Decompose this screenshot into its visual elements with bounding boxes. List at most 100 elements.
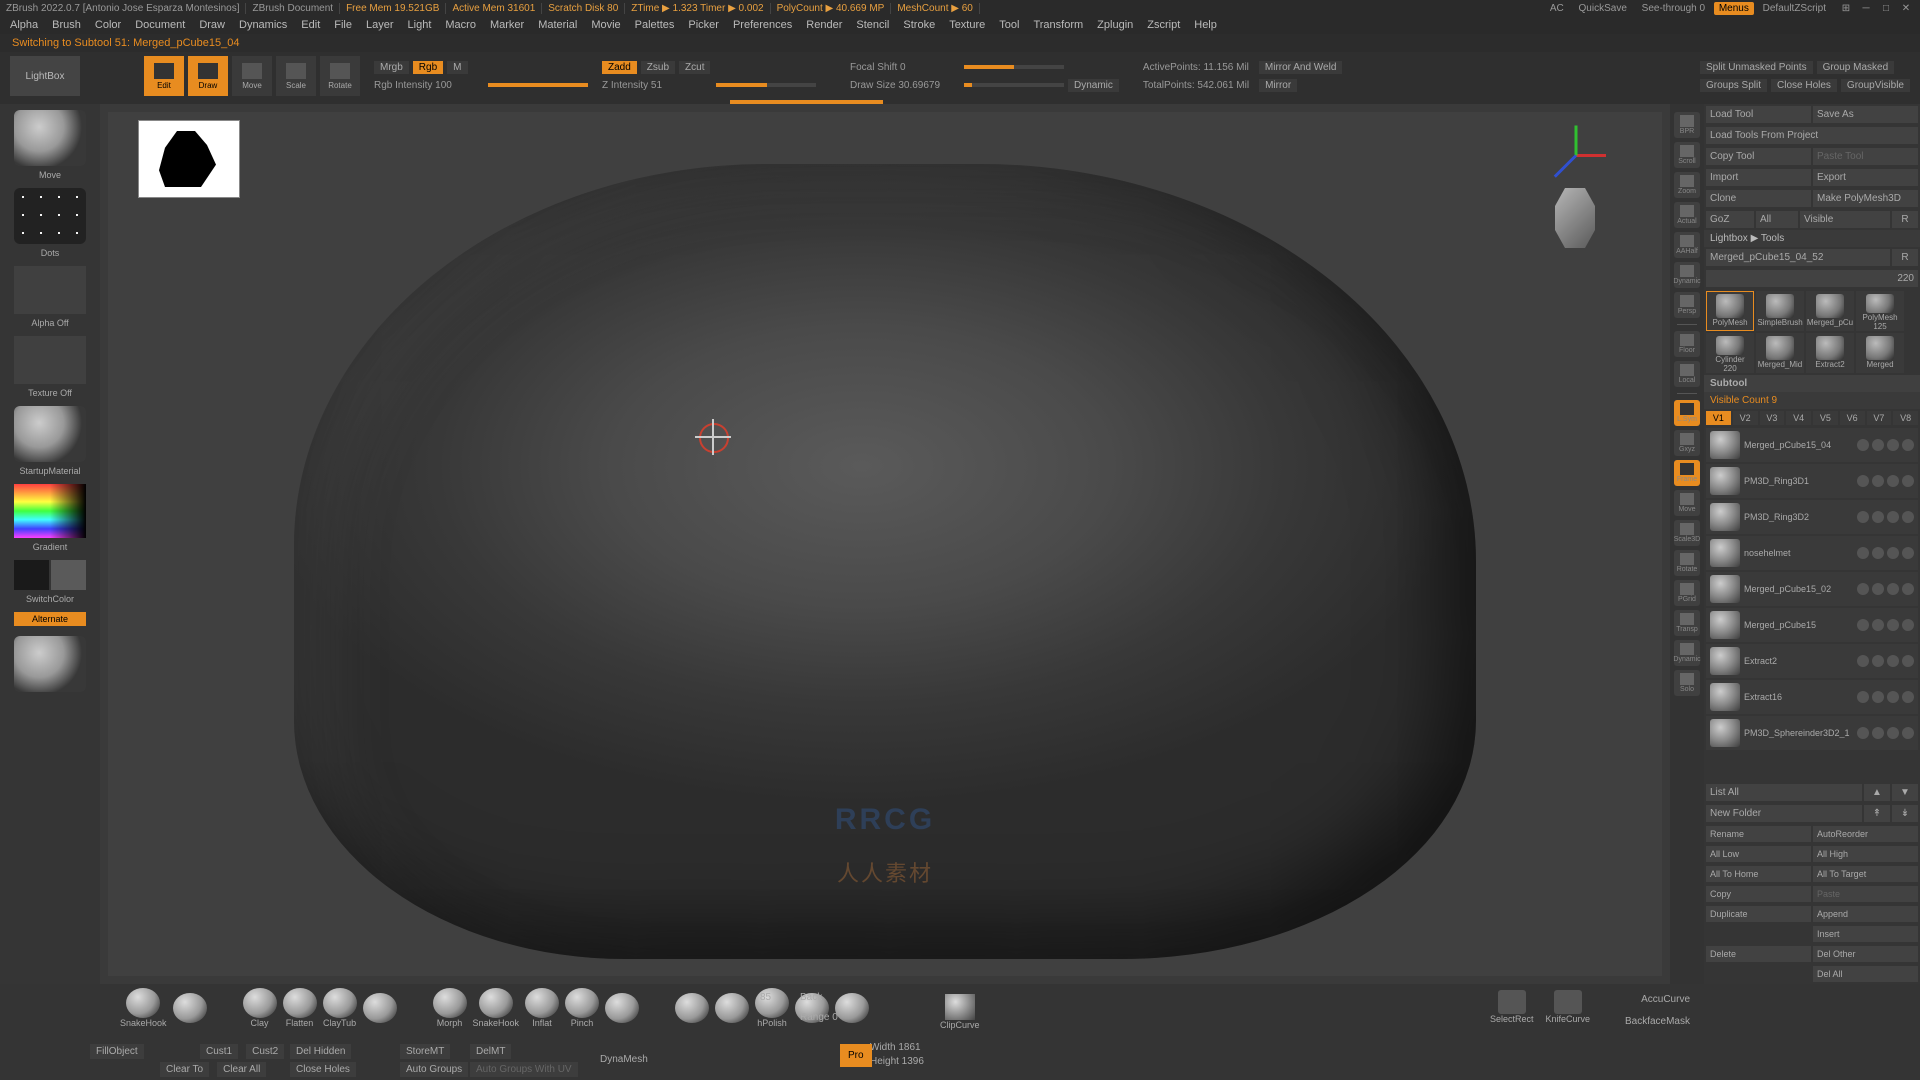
- eye-icon[interactable]: [1887, 583, 1899, 595]
- clearall-button[interactable]: Clear All: [217, 1062, 266, 1077]
- all-to-target-button[interactable]: All To Target: [1813, 866, 1918, 882]
- eye-icon[interactable]: [1857, 511, 1869, 523]
- nav-solo-button[interactable]: Solo: [1674, 670, 1700, 696]
- subtool-header[interactable]: Subtool: [1704, 375, 1920, 392]
- all-to-home-button[interactable]: All To Home: [1706, 866, 1811, 882]
- subtool-item[interactable]: PM3D_Ring3D2: [1706, 500, 1918, 534]
- menu-preferences[interactable]: Preferences: [733, 19, 792, 31]
- rename-button[interactable]: Rename: [1706, 826, 1811, 842]
- menu-help[interactable]: Help: [1194, 19, 1217, 31]
- brush-slot-button[interactable]: [715, 993, 749, 1023]
- brush-preview-icon[interactable]: [14, 110, 86, 166]
- nav-actual-button[interactable]: Actual: [1674, 202, 1700, 228]
- tool-thumb[interactable]: Cylinder220: [1706, 333, 1754, 373]
- active-tool-name[interactable]: Merged_pCube15_04_52: [1706, 249, 1890, 266]
- m-button[interactable]: M: [447, 61, 467, 74]
- subtool-item[interactable]: Extract16: [1706, 680, 1918, 714]
- load-tool-button[interactable]: Load Tool: [1706, 106, 1811, 123]
- closeholes-bottom-button[interactable]: Close Holes: [290, 1062, 356, 1077]
- eye-icon[interactable]: [1902, 619, 1914, 631]
- menu-zplugin[interactable]: Zplugin: [1097, 19, 1133, 31]
- mirror-button[interactable]: Mirror: [1259, 79, 1297, 92]
- eye-icon[interactable]: [1872, 583, 1884, 595]
- all-low-button[interactable]: All Low: [1706, 846, 1811, 862]
- clearto-button[interactable]: Clear To: [160, 1062, 209, 1077]
- import-button[interactable]: Import: [1706, 169, 1811, 186]
- eye-icon[interactable]: [1887, 691, 1899, 703]
- nav-l.sym-button[interactable]: L.Sym: [1674, 400, 1700, 426]
- width-readout[interactable]: Width 1861: [870, 1042, 924, 1053]
- nav-gxyz-button[interactable]: Gxyz: [1674, 430, 1700, 456]
- subtool-visibility[interactable]: [1853, 511, 1918, 523]
- alpha-slot[interactable]: [14, 266, 86, 314]
- autogroupsuv-button[interactable]: Auto Groups With UV: [470, 1062, 578, 1077]
- menu-render[interactable]: Render: [806, 19, 842, 31]
- view-tab-v8[interactable]: V8: [1893, 411, 1918, 425]
- defaultzscript-button[interactable]: DefaultZScript: [1757, 3, 1832, 14]
- delhidden-button[interactable]: Del Hidden: [290, 1044, 351, 1059]
- subtool-item[interactable]: nosehelmet: [1706, 536, 1918, 570]
- z-intensity-slider[interactable]: [716, 83, 816, 87]
- subtool-visibility[interactable]: [1853, 475, 1918, 487]
- tool-thumb[interactable]: Extract2: [1806, 333, 1854, 373]
- menu-draw[interactable]: Draw: [199, 19, 225, 31]
- menu-movie[interactable]: Movie: [591, 19, 620, 31]
- eye-icon[interactable]: [1872, 475, 1884, 487]
- texture-slot[interactable]: [14, 336, 86, 384]
- brush-Inflat-button[interactable]: Inflat: [525, 988, 559, 1028]
- subtool-visibility[interactable]: [1853, 547, 1918, 559]
- menu-zscript[interactable]: Zscript: [1147, 19, 1180, 31]
- secondary-material-icon[interactable]: [14, 636, 86, 692]
- switchcolor-button[interactable]: SwitchColor: [26, 594, 74, 604]
- subtool-visibility[interactable]: [1853, 439, 1918, 451]
- lightbox-tools-header[interactable]: Lightbox ▶ Tools: [1704, 230, 1920, 247]
- group-visible-button[interactable]: GroupVisible: [1841, 79, 1910, 92]
- menu-file[interactable]: File: [334, 19, 352, 31]
- view-tab-v6[interactable]: V6: [1840, 411, 1865, 425]
- lightbox-button[interactable]: LightBox: [10, 56, 80, 96]
- quicksave-button[interactable]: QuickSave: [1573, 3, 1633, 14]
- eye-icon[interactable]: [1902, 691, 1914, 703]
- delete-button[interactable]: Delete: [1706, 946, 1811, 962]
- goz-r-button[interactable]: R: [1892, 211, 1918, 228]
- eye-icon[interactable]: [1902, 583, 1914, 595]
- focal-shift-slider[interactable]: [964, 65, 1064, 69]
- eye-icon[interactable]: [1887, 511, 1899, 523]
- nav-transp-button[interactable]: Transp: [1674, 610, 1700, 636]
- load-from-project-button[interactable]: Load Tools From Project: [1706, 127, 1918, 144]
- eye-icon[interactable]: [1872, 655, 1884, 667]
- zsub-button[interactable]: Zsub: [641, 61, 675, 74]
- tool-thumb[interactable]: PolyMesh: [1706, 291, 1754, 331]
- menu-tool[interactable]: Tool: [999, 19, 1019, 31]
- autogroups-button[interactable]: Auto Groups: [400, 1062, 468, 1077]
- export-button[interactable]: Export: [1813, 169, 1918, 186]
- range-label[interactable]: Range 0: [800, 1012, 838, 1023]
- backfacemask-toggle[interactable]: BackfaceMask: [1625, 1016, 1690, 1027]
- view-tab-v1[interactable]: V1: [1706, 411, 1731, 425]
- view-tab-v5[interactable]: V5: [1813, 411, 1838, 425]
- height-readout[interactable]: Height 1396: [870, 1056, 924, 1067]
- menu-marker[interactable]: Marker: [490, 19, 524, 31]
- gradient-label[interactable]: Gradient: [33, 542, 68, 552]
- eye-icon[interactable]: [1857, 439, 1869, 451]
- eye-icon[interactable]: [1872, 439, 1884, 451]
- eye-icon[interactable]: [1872, 547, 1884, 559]
- nav-dynamic-button[interactable]: Dynamic: [1674, 640, 1700, 666]
- paste-tool-button[interactable]: Paste Tool: [1813, 148, 1918, 165]
- brush-slot-button[interactable]: [675, 993, 709, 1023]
- nav-move-button[interactable]: Move: [1674, 490, 1700, 516]
- subtool-item[interactable]: Merged_pCube15_04: [1706, 428, 1918, 462]
- eye-icon[interactable]: [1872, 619, 1884, 631]
- menu-layer[interactable]: Layer: [366, 19, 394, 31]
- subtool-item[interactable]: PM3D_Sphereinder3D2_1: [1706, 716, 1918, 750]
- subtool-visibility[interactable]: [1853, 655, 1918, 667]
- eye-icon[interactable]: [1887, 655, 1899, 667]
- view-tab-v7[interactable]: V7: [1867, 411, 1892, 425]
- eye-icon[interactable]: [1902, 475, 1914, 487]
- focal-shift-label[interactable]: Focal Shift 0: [850, 62, 960, 73]
- draw-mode-button[interactable]: Draw: [188, 56, 228, 96]
- view-tab-v4[interactable]: V4: [1786, 411, 1811, 425]
- clipcurve-brush[interactable]: ClipCurve: [940, 994, 980, 1030]
- duplicate-button[interactable]: Duplicate: [1706, 906, 1811, 922]
- menu-document[interactable]: Document: [135, 19, 185, 31]
